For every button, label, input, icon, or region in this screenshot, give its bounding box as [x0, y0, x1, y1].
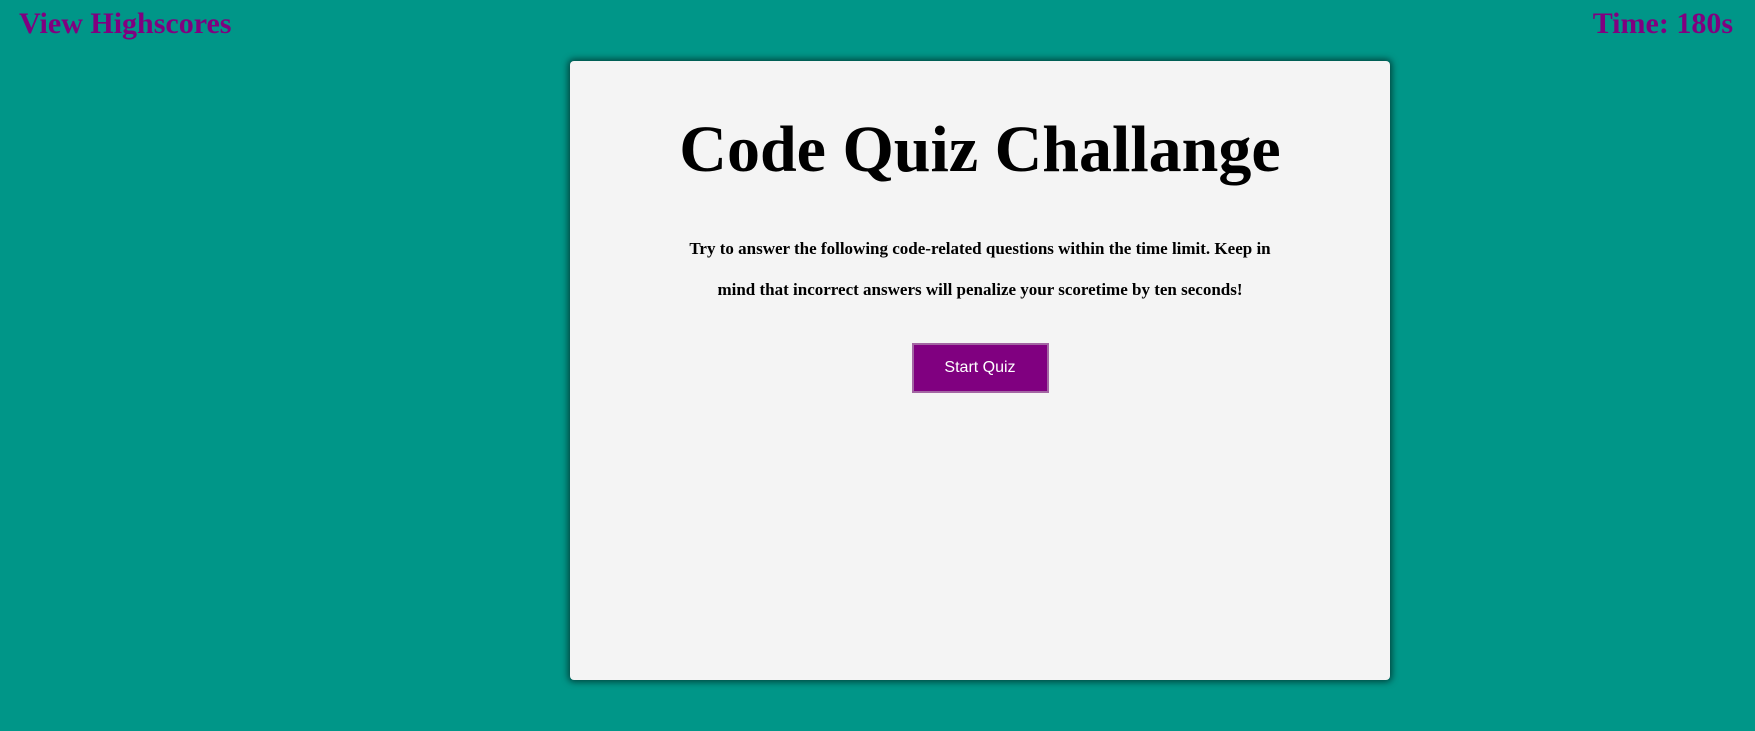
- timer-display: Time: 180s: [1592, 7, 1733, 40]
- start-quiz-button[interactable]: Start Quiz: [911, 343, 1049, 393]
- view-highscores-link[interactable]: View Highscores: [19, 6, 231, 42]
- quiz-instructions: Try to answer the following code-related…: [689, 239, 1271, 299]
- quiz-card: Code Quiz Challange Try to answer the fo…: [570, 61, 1390, 680]
- quiz-title: Code Quiz Challange: [679, 113, 1281, 186]
- quiz-page: View Highscores Time: 180s Code Quiz Cha…: [0, 0, 1755, 731]
